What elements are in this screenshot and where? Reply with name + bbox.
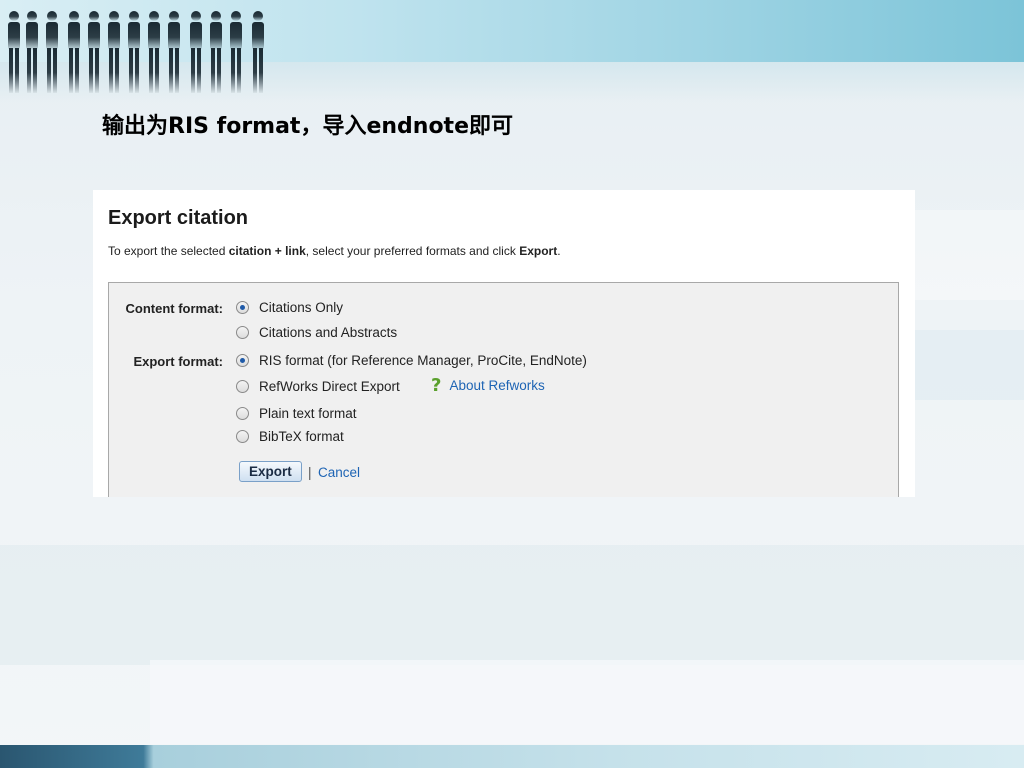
- export-form: Content format: Citations Only Citations…: [108, 282, 899, 497]
- radio-ris-format[interactable]: RIS format (for Reference Manager, ProCi…: [236, 353, 587, 368]
- decorative-block: [150, 660, 1024, 744]
- radio-selected-icon[interactable]: [236, 354, 249, 367]
- radio-selected-icon[interactable]: [236, 301, 249, 314]
- export-format-label: Export format:: [133, 354, 223, 369]
- radio-unselected-icon[interactable]: [236, 380, 249, 393]
- description-prefix: To export the selected: [108, 244, 229, 258]
- radio-refworks-direct-export[interactable]: RefWorks Direct Export: [236, 379, 400, 394]
- radio-unselected-icon[interactable]: [236, 407, 249, 420]
- radio-citations-only[interactable]: Citations Only: [236, 300, 343, 315]
- dialog-heading: Export citation: [108, 207, 249, 229]
- radio-label: Citations Only: [259, 300, 344, 315]
- business-people-silhouette-image: [8, 11, 264, 93]
- radio-bibtex-format[interactable]: BibTeX format: [236, 429, 344, 444]
- radio-label: RIS format (for Reference Manager, ProCi…: [259, 353, 587, 368]
- question-mark-icon[interactable]: ?: [431, 375, 441, 396]
- cancel-link[interactable]: Cancel: [318, 465, 360, 480]
- export-button[interactable]: Export: [239, 461, 302, 482]
- dialog-description: To export the selected citation + link, …: [108, 244, 561, 258]
- description-suffix: .: [557, 244, 561, 258]
- decorative-block: [0, 545, 1024, 665]
- description-bold-citation: citation + link: [228, 244, 306, 258]
- radio-label: Plain text format: [259, 406, 357, 421]
- about-refworks-link[interactable]: About Refworks: [449, 378, 544, 393]
- description-middle: , select your preferred formats and clic…: [305, 244, 520, 258]
- action-separator: |: [308, 465, 312, 480]
- radio-label: Citations and Abstracts: [259, 325, 398, 340]
- radio-citations-and-abstracts[interactable]: Citations and Abstracts: [236, 325, 397, 340]
- radio-label: RefWorks Direct Export: [259, 379, 400, 394]
- slide-title: 输出为RIS format，导入endnote即可: [102, 114, 513, 139]
- radio-unselected-icon[interactable]: [236, 326, 249, 339]
- radio-plain-text-format[interactable]: Plain text format: [236, 406, 357, 421]
- radio-label: BibTeX format: [259, 429, 344, 444]
- radio-unselected-icon[interactable]: [236, 430, 249, 443]
- about-refworks-help[interactable]: ? About Refworks: [431, 375, 545, 396]
- content-format-label: Content format:: [125, 301, 224, 316]
- description-bold-export: Export: [519, 244, 558, 258]
- export-citation-panel: Export citation To export the selected c…: [93, 190, 915, 497]
- slide-bottom-band: [0, 745, 1024, 768]
